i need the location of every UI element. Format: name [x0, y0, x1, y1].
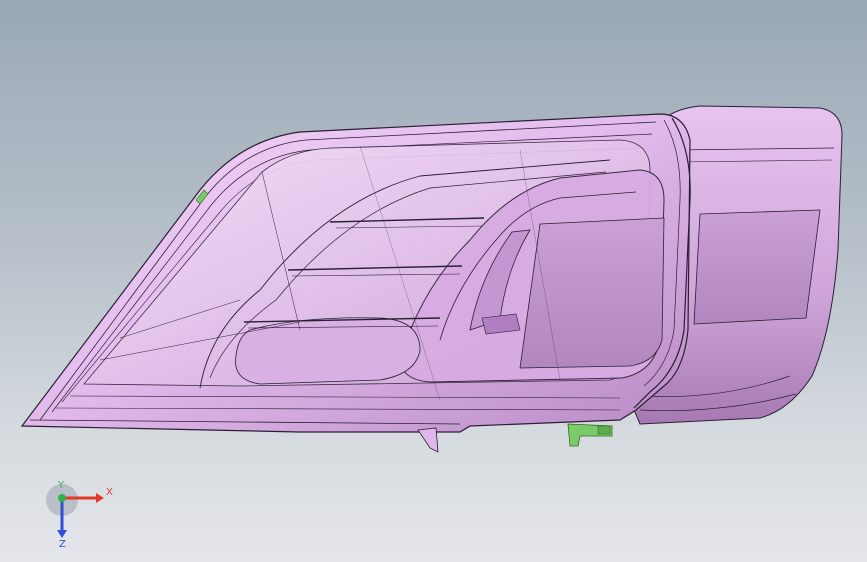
z-axis-arrowhead: [57, 530, 67, 538]
headlamp-model[interactable]: [0, 0, 867, 562]
mounting-tab[interactable]: [417, 427, 439, 453]
x-axis-label: X: [106, 487, 113, 498]
3d-viewport[interactable]: X Y Z: [0, 0, 867, 562]
y-axis-dot: [58, 494, 66, 502]
y-axis-label: Y: [57, 480, 65, 491]
x-axis-arrowhead: [96, 493, 104, 503]
z-axis-label: Z: [59, 539, 66, 548]
coordinate-triad: X Y Z: [46, 480, 113, 548]
green-bracket[interactable]: [567, 423, 613, 447]
